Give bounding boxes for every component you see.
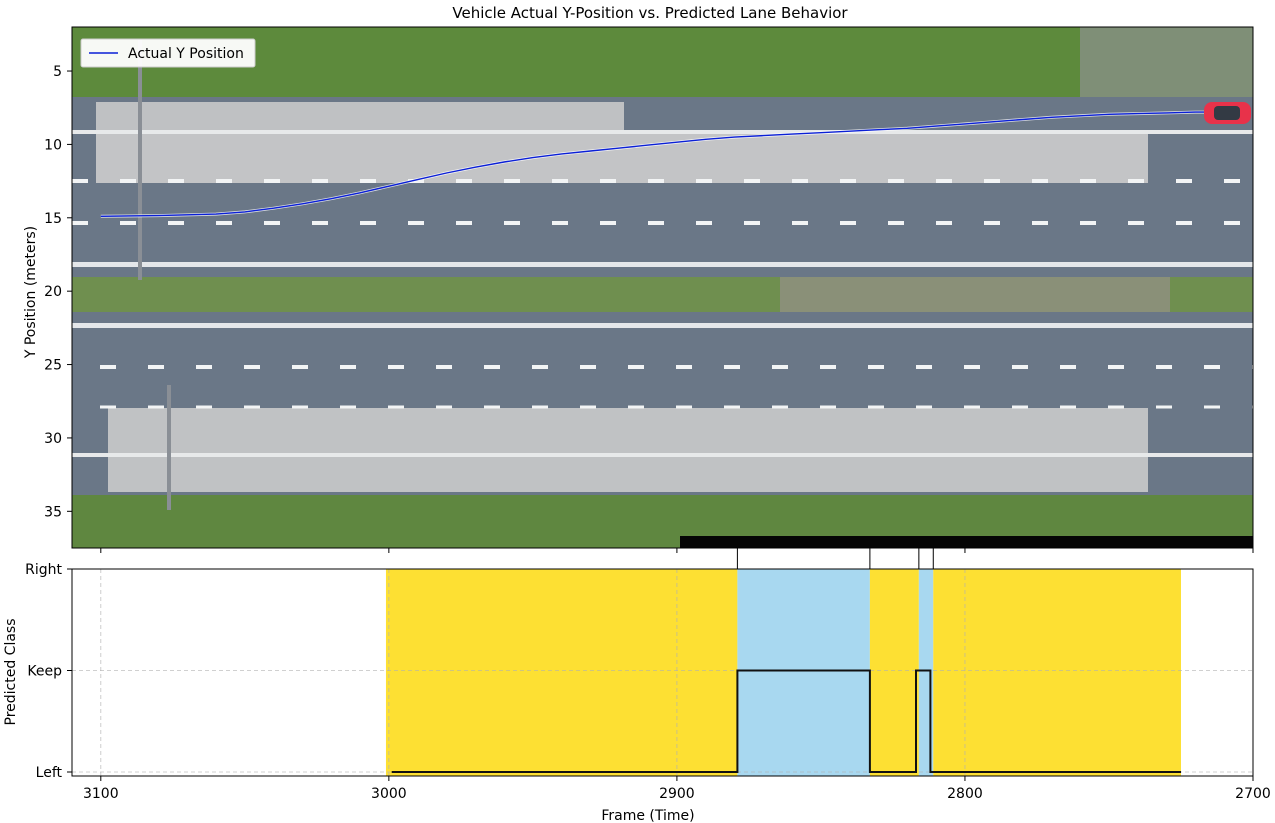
bottom-y-tick-label: Right [25,562,62,578]
median-strip-upper [96,133,1148,183]
median-strip-upper-left [96,102,624,132]
bottom-x-tick-label: 2900 [659,786,695,802]
bottom-y-axis-label: Predicted Class [3,618,19,725]
light-pole-2 [167,385,171,510]
bottom-y-tick-label: Keep [27,664,62,680]
lane-line-2 [72,262,1253,267]
legend-label: Actual Y Position [128,46,244,62]
lane-line-1 [72,130,1253,134]
bottom-y-axis: Left Keep Right [25,562,72,781]
trajectory-plot: 5 10 15 20 25 30 35 Y Position (meters) Actual… [23,26,1254,553]
class-band-keep [385,569,738,776]
median-strip-lower [108,408,1148,492]
top-y-tick-label: 20 [44,284,62,300]
vehicle-car [1204,102,1251,124]
aerial-background [72,27,1253,548]
top-y-tick-label: 25 [44,358,62,374]
vehicle-roof [1214,106,1240,120]
bottom-x-tick-label: 3000 [371,786,407,802]
class-band-keep [869,569,919,776]
figure: Vehicle Actual Y-Position vs. Predicted … [3,4,1271,823]
lane-line-3 [72,323,1253,328]
top-y-tick-label: 5 [53,64,62,80]
legend: Actual Y Position [80,38,256,68]
class-band-left [737,569,870,776]
bottom-x-tick-label: 3100 [83,786,119,802]
bottom-black-edge [680,536,1253,548]
bottom-y-tick-label: Left [36,765,63,781]
center-vegetation-grey [780,277,1170,312]
predicted-class-plot: Left Keep Right 3100 3000 2900 2800 2700 Predi… [3,562,1271,823]
light-pole-1 [138,40,142,280]
top-y-tick-label: 30 [44,431,62,447]
chart-title: Vehicle Actual Y-Position vs. Predicted … [452,4,848,22]
class-band-keep [933,569,1181,776]
top-y-tick-label: 15 [44,211,62,227]
class-bands [385,569,1181,776]
bottom-x-axis: 3100 3000 2900 2800 2700 [83,776,1271,802]
lane-line-4 [72,453,1253,457]
top-y-tick-label: 35 [44,504,62,520]
top-y-tick-label: 10 [44,137,62,153]
bottom-x-tick-label: 2700 [1235,786,1271,802]
top-boundary-marks [736,548,934,569]
top-y-axis-label: Y Position (meters) [23,226,39,359]
top-vegetation-edge [1080,27,1253,97]
bottom-x-tick-label: 2800 [947,786,983,802]
bottom-x-axis-label: Frame (Time) [601,808,694,823]
